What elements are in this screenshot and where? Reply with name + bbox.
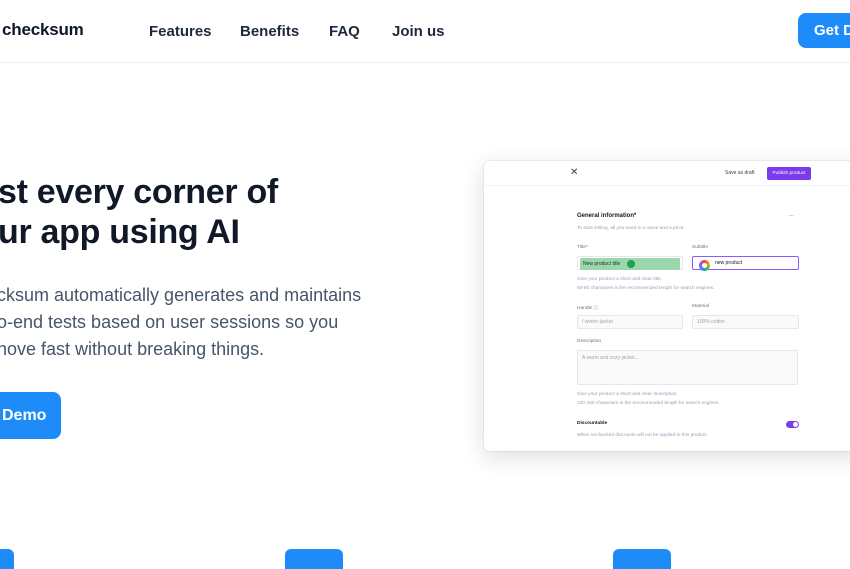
site-header: checksum Features Benefits FAQ Join us G…	[0, 0, 850, 63]
material-input[interactable]: 100% cotton	[692, 315, 799, 329]
collapse-icon[interactable]: –	[789, 211, 793, 220]
feature-icon-3	[613, 549, 671, 569]
handle-input[interactable]: / winter-jacket	[577, 315, 683, 329]
nav-features[interactable]: Features	[149, 23, 212, 40]
product-form-mockup: ✕ Save as draft Publish product General …	[484, 161, 850, 451]
feature-icon-2	[285, 549, 343, 569]
discountable-label: Discountable	[577, 421, 608, 426]
description-hint-1: Give your product a short and clear desc…	[577, 392, 678, 397]
close-icon[interactable]: ✕	[570, 167, 578, 178]
logo[interactable]: checksum	[2, 20, 84, 40]
cursor-dot-icon	[627, 260, 635, 268]
hero-title-line-2: ur app using AI	[0, 213, 240, 251]
description-hint-2: 120-160 characters is the recommended le…	[577, 401, 720, 406]
feature-icon-1	[0, 549, 14, 569]
description-textarea[interactable]: A warm and cozy jacket...	[577, 350, 798, 385]
ai-spinner-icon	[699, 260, 710, 271]
book-demo-button[interactable]: Demo	[0, 392, 61, 439]
hero-subtitle-line-1: cksum automatically generates and mainta…	[0, 285, 362, 305]
hero-subtitle-line-3: nove fast without breaking things.	[0, 339, 265, 359]
title-label: Title*	[577, 245, 588, 250]
discountable-toggle[interactable]	[786, 421, 799, 428]
hero-title-line-1: st every corner of	[0, 173, 278, 211]
description-label: Description	[577, 339, 601, 344]
handle-label: Handle ⓘ	[577, 306, 599, 311]
save-draft-button[interactable]: Save as draft	[722, 167, 757, 179]
nav-faq[interactable]: FAQ	[329, 23, 360, 40]
material-label: Material	[692, 304, 710, 309]
discountable-hint: When unchecked discounts will not be app…	[577, 433, 708, 438]
hero-title: st every corner of ur app using AI	[0, 172, 328, 252]
nav-benefits[interactable]: Benefits	[240, 23, 299, 40]
nav-join-us[interactable]: Join us	[392, 23, 445, 40]
hero-subtitle-line-2: o-end tests based on user sessions so yo…	[0, 312, 339, 332]
section-title: General information*	[577, 213, 637, 219]
title-hint-2: 50-60 characters is the recommended leng…	[577, 286, 715, 291]
hero-subtitle: cksum automatically generates and mainta…	[0, 282, 377, 363]
title-hint-1: Give your product a short and clear titl…	[577, 277, 663, 282]
publish-product-button[interactable]: Publish product	[767, 167, 811, 180]
section-hint: To start selling, all you need is a name…	[577, 226, 685, 231]
subtitle-label: Subtitle	[692, 245, 708, 250]
get-demo-header-button[interactable]: Get D	[798, 13, 850, 48]
